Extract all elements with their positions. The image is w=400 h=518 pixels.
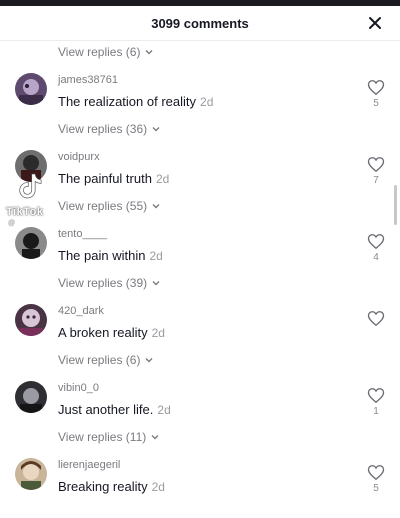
comment-text: Just another life. 2d	[58, 402, 171, 417]
comment-username[interactable]: vibin0_0	[58, 382, 99, 394]
comment-age: 2d	[151, 480, 165, 494]
like-count: 5	[373, 483, 379, 494]
avatar[interactable]	[15, 150, 47, 182]
chevron-down-icon	[152, 281, 160, 286]
view-replies-link[interactable]: View replies (11)	[58, 430, 160, 444]
view-replies-link[interactable]: View replies (55)	[58, 199, 161, 213]
scrollbar[interactable]	[394, 185, 397, 225]
view-replies-label: View replies (39)	[58, 276, 148, 290]
view-replies-link[interactable]: View replies (6)	[58, 353, 154, 367]
like-button[interactable]: 5	[366, 464, 386, 494]
comment-username[interactable]: 420_dark	[58, 305, 104, 317]
comment-text: The realization of reality 2d	[58, 94, 213, 109]
comment-username[interactable]: lierenjaegeril	[58, 459, 120, 471]
comment-body: Breaking reality	[58, 479, 148, 494]
comment-text: The painful truth 2d	[58, 171, 169, 186]
view-replies-link[interactable]: View replies (6)	[58, 45, 154, 59]
comment-item: lierenjaegeril Breaking reality 2d 5	[0, 458, 400, 518]
comment-text: Breaking reality 2d	[58, 479, 165, 494]
comment-text: A broken reality 2d	[58, 325, 165, 340]
comment-age: 2d	[149, 249, 163, 263]
comment-username[interactable]: voidpurx	[58, 151, 100, 163]
avatar[interactable]	[15, 458, 47, 490]
comment-age: 2d	[157, 403, 171, 417]
heart-outline-icon	[367, 311, 385, 327]
chevron-down-icon	[145, 358, 153, 363]
comments-count-title: 3099 comments	[151, 16, 249, 31]
heart-outline-icon	[367, 157, 385, 173]
close-icon[interactable]	[366, 14, 384, 32]
chevron-down-icon	[151, 435, 159, 440]
view-replies-link[interactable]: View replies (39)	[58, 276, 161, 290]
heart-outline-icon	[367, 388, 385, 404]
view-replies-link[interactable]: View replies (36)	[58, 122, 161, 136]
heart-outline-icon	[367, 234, 385, 250]
view-replies-label: View replies (6)	[58, 353, 141, 367]
comment-body: The pain within	[58, 248, 146, 263]
like-button[interactable]: 1	[366, 387, 386, 417]
comment-body: Just another life.	[58, 402, 154, 417]
comment-username[interactable]: tento____	[58, 228, 107, 240]
comment-age: 2d	[200, 95, 214, 109]
chevron-down-icon	[145, 50, 153, 55]
like-button[interactable]: 5	[366, 79, 386, 109]
chevron-down-icon	[152, 127, 160, 132]
avatar[interactable]	[15, 73, 47, 105]
view-replies-label: View replies (6)	[58, 45, 141, 59]
like-count: 5	[373, 98, 379, 109]
view-replies-label: View replies (36)	[58, 122, 148, 136]
comments-header: 3099 comments	[0, 6, 400, 41]
avatar[interactable]	[15, 227, 47, 259]
comment-body: A broken reality	[58, 325, 148, 340]
comment-age: 2d	[155, 172, 170, 186]
view-replies-label: View replies (11)	[58, 430, 147, 444]
like-button[interactable]: 4	[366, 233, 386, 263]
like-count: 4	[373, 252, 379, 263]
like-button[interactable]: 7	[366, 156, 386, 186]
view-replies-label: View replies (55)	[58, 199, 148, 213]
heart-outline-icon	[367, 80, 385, 96]
like-button[interactable]	[366, 310, 386, 329]
comment-body: The realization of reality	[58, 94, 197, 109]
avatar[interactable]	[15, 304, 47, 336]
heart-outline-icon	[367, 465, 385, 481]
like-count: 7	[373, 175, 379, 186]
avatar[interactable]	[15, 381, 47, 413]
comment-age: 2d	[151, 326, 165, 340]
comment-body: The painful truth	[58, 171, 152, 186]
like-count: 1	[373, 406, 379, 417]
comment-username[interactable]: james38761	[58, 74, 118, 86]
chevron-down-icon	[152, 204, 160, 209]
comments-list[interactable]: View replies (6) james38761 The realizat…	[0, 40, 400, 499]
comment-text: The pain within 2d	[58, 248, 163, 263]
